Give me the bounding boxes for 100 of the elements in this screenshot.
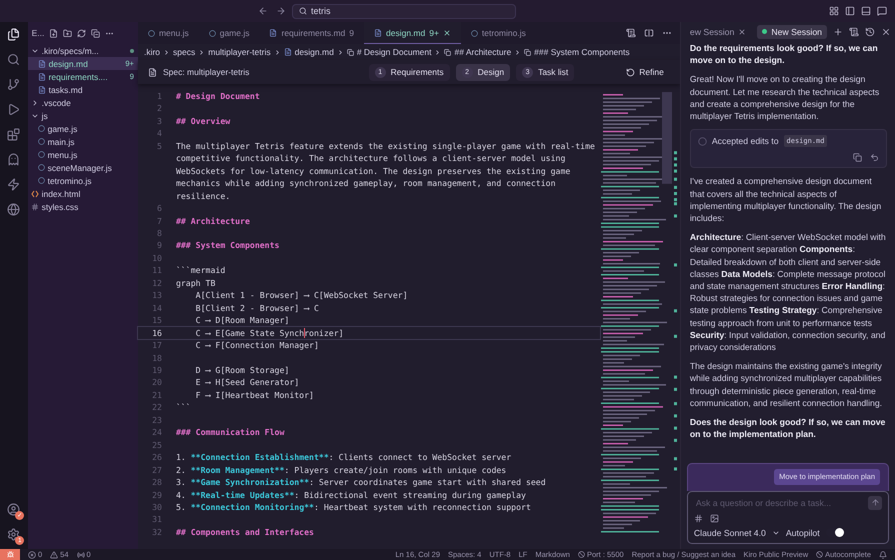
- code-line: ```: [176, 401, 192, 414]
- refine-button[interactable]: Refine: [620, 66, 670, 78]
- chevron-right-icon: [163, 48, 170, 56]
- problem-count: 9: [349, 28, 354, 38]
- breadcrumb[interactable]: .kiro: [144, 47, 160, 57]
- browser-icon[interactable]: [7, 203, 20, 216]
- breadcrumb[interactable]: specs: [173, 47, 196, 57]
- model-selector[interactable]: Claude Sonnet 4.0: [694, 526, 766, 539]
- file-name: game.js: [48, 124, 78, 134]
- breadcrumb[interactable]: ## Architecture: [454, 47, 512, 57]
- search-field[interactable]: tetris: [292, 4, 516, 18]
- ghost-icon[interactable]: [7, 153, 20, 166]
- panel-toggle-icon[interactable]: [861, 6, 871, 16]
- back-arrow-icon[interactable]: [258, 6, 268, 16]
- js-file-icon: [470, 30, 478, 36]
- file-name: styles.css: [42, 202, 78, 212]
- run-debug-icon[interactable]: [7, 103, 20, 116]
- file-item[interactable]: index.html: [28, 187, 138, 200]
- close-icon[interactable]: [738, 28, 746, 36]
- tab-label: menu.js: [158, 28, 189, 38]
- search-icon: [299, 7, 307, 15]
- collapse-icon[interactable]: [91, 28, 100, 38]
- breadcrumb[interactable]: design.md: [294, 47, 334, 57]
- file-item[interactable]: tetromino.js: [28, 174, 138, 187]
- refresh-icon[interactable]: [77, 28, 86, 38]
- file-item[interactable]: menu.js: [28, 148, 138, 161]
- file-item[interactable]: main.js: [28, 135, 138, 148]
- folder-item[interactable]: .kiro/specs/m...: [28, 44, 138, 57]
- editor-tab[interactable]: menu.js: [138, 22, 199, 44]
- forward-arrow-icon[interactable]: [276, 6, 286, 16]
- file-name: js: [42, 110, 48, 120]
- file-name: tetromino.js: [48, 176, 92, 186]
- undo-icon[interactable]: [870, 153, 880, 162]
- breadcrumb[interactable]: multiplayer-tetris: [208, 47, 271, 57]
- chat-question: Does the design look good? If so, we can move on to the implementation plan.: [690, 416, 886, 440]
- css-file-icon: [30, 202, 39, 210]
- editor-tab[interactable]: requirements.md 9: [259, 22, 364, 44]
- session-tab[interactable]: New Session: [757, 24, 828, 40]
- warning-icon: [50, 550, 58, 558]
- editor-tab[interactable]: game.js: [198, 22, 260, 44]
- file-name: tasks.md: [48, 84, 83, 94]
- hash-icon[interactable]: [694, 514, 703, 523]
- code-line: 5. **Connection Monitoring**: Heartbeat system with reconnection support: [176, 500, 532, 514]
- new-folder-icon[interactable]: [63, 28, 72, 38]
- folder-item[interactable]: .vscode: [28, 96, 138, 109]
- line-number: 17: [151, 339, 163, 352]
- spec-title: Spec: multiplayer-tetris: [162, 67, 250, 77]
- file-item[interactable]: tasks.md: [28, 83, 138, 96]
- chevron-right-icon: [198, 48, 206, 56]
- settings-icon[interactable]: [7, 528, 20, 541]
- close-icon[interactable]: [881, 27, 892, 37]
- code-line: C ⟶ F[Connection Manager]: [194, 339, 320, 352]
- line-number: 15: [151, 314, 163, 327]
- js-file-icon: [148, 30, 155, 36]
- source-control-icon[interactable]: [7, 78, 20, 91]
- sidebar-toggle-icon[interactable]: [845, 6, 855, 16]
- refresh-icon: [626, 68, 636, 76]
- error-icon: [28, 550, 36, 558]
- document-icon[interactable]: [849, 27, 860, 37]
- folder-item[interactable]: js: [28, 109, 138, 122]
- code-line: C ⟶ D[Room Manager]: [194, 314, 290, 327]
- close-icon[interactable]: [442, 28, 451, 36]
- line-number: 31: [151, 513, 163, 526]
- add-icon[interactable]: [833, 27, 844, 37]
- chat-input-field[interactable]: Ask a question or describe a task...: [694, 496, 868, 510]
- remote-indicator[interactable]: [0, 549, 20, 560]
- file-item[interactable]: sceneManager.js: [28, 161, 138, 174]
- layout-icon[interactable]: [829, 6, 839, 16]
- extensions-icon[interactable]: [7, 128, 20, 141]
- breadcrumb[interactable]: ### System Components: [534, 47, 630, 57]
- line-number: 24: [151, 426, 163, 439]
- arrow-up-icon: [870, 498, 880, 508]
- history-icon[interactable]: [865, 27, 876, 37]
- lightning-icon[interactable]: [7, 178, 20, 191]
- send-button[interactable]: [868, 496, 882, 510]
- account-icon[interactable]: [7, 503, 20, 516]
- new-file-icon[interactable]: [49, 28, 58, 38]
- line-number: 18: [151, 352, 163, 364]
- file-item[interactable]: game.js: [28, 122, 138, 135]
- line-number: 28: [151, 476, 163, 488]
- session-tab[interactable]: ew Session: [684, 24, 752, 40]
- editor-tab[interactable]: tetromino.js: [460, 22, 536, 44]
- search-icon[interactable]: [7, 53, 20, 66]
- file-item[interactable]: styles.css: [28, 200, 138, 213]
- explorer-icon[interactable]: [7, 28, 20, 41]
- breadcrumb[interactable]: # Design Document: [356, 47, 432, 57]
- bell-icon[interactable]: [879, 550, 887, 558]
- chat-icon[interactable]: [877, 6, 887, 16]
- code-line: A[Client 1 - Browser] ⟶ C[WebSocket Server]: [194, 289, 409, 302]
- file-name: .kiro/specs/m...: [42, 46, 99, 56]
- code-line: ### System Components: [176, 239, 280, 252]
- split-editor-icon[interactable]: [644, 28, 654, 38]
- line-number: 27: [151, 464, 163, 476]
- line-number: 21: [151, 388, 163, 402]
- chat-question: Do the requirements look good? If so, we can move on to the design.: [690, 42, 879, 66]
- status-dot: [762, 29, 768, 34]
- line-number: 13: [151, 289, 163, 302]
- image-icon[interactable]: [710, 514, 719, 523]
- chat-message: Architecture: Client-server WebSocket model with clear component separation Components: Detailed breakdown of both client and server-side classes Data Models: Complete message protocol and state management structures Error Handling: Robust strategies for connection issues and game state problems Testing Strategy: Comprehensive testing approach from unit to performance tests Security: Input validation, connection security, and privacy considerations: [690, 231, 887, 354]
- line-number: 20: [151, 376, 163, 389]
